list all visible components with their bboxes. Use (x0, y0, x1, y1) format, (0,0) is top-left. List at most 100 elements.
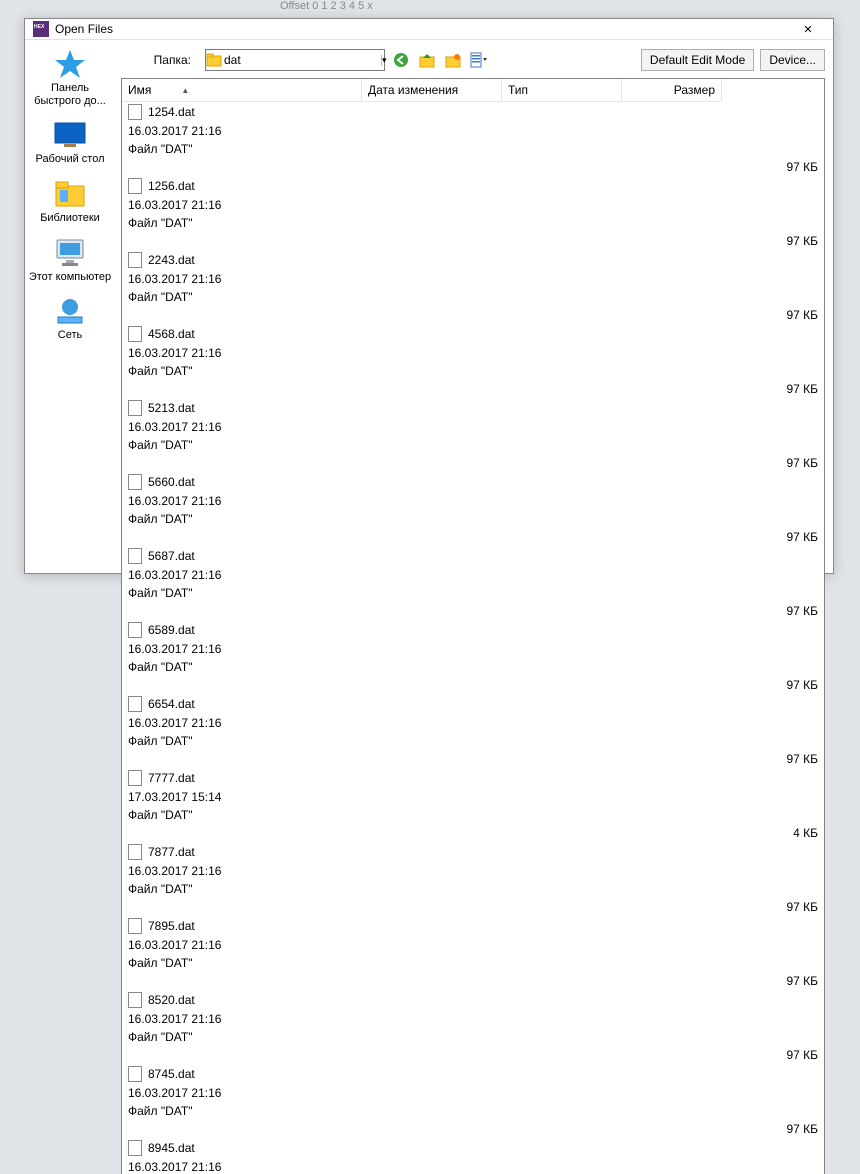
cell-name: 4568.dat (122, 324, 824, 344)
cell-name: 1254.dat (122, 102, 824, 122)
place-label: Сеть (28, 329, 112, 342)
cell-date: 16.03.2017 21:16 (122, 862, 824, 880)
file-icon (128, 696, 142, 712)
cell-name: 7777.dat (122, 768, 824, 788)
new-folder-button[interactable] (443, 50, 463, 70)
col-size[interactable]: Размер (622, 79, 722, 102)
file-icon (128, 844, 142, 860)
chevron-down-icon[interactable]: ▾ (381, 55, 387, 66)
cell-date: 16.03.2017 21:16 (122, 566, 824, 584)
cell-name: 7877.dat (122, 842, 824, 862)
views-button[interactable] (469, 50, 489, 70)
file-list: Имя▲ Дата изменения Тип Размер 1254.dat 1… (121, 78, 825, 1174)
col-type[interactable]: Тип (502, 79, 622, 102)
file-icon (128, 622, 142, 638)
cell-size: 97 КБ (122, 676, 824, 694)
cell-date: 17.03.2017 15:14 (122, 788, 824, 806)
cell-type: Файл "DAT" (122, 436, 824, 454)
cell-type: Файл "DAT" (122, 140, 824, 158)
cell-name: 8945.dat (122, 1138, 824, 1158)
cell-name: 8520.dat (122, 990, 824, 1010)
column-headers: Имя▲ Дата изменения Тип Размер (122, 79, 824, 102)
cell-size: 97 КБ (122, 1046, 824, 1064)
cell-size: 97 КБ (122, 528, 824, 546)
folder-input[interactable] (222, 53, 381, 67)
place-network[interactable]: Сеть (28, 295, 112, 342)
cell-type: Файл "DAT" (122, 954, 824, 972)
background-hex-strip: Offset 0 1 2 3 4 5 x (280, 0, 373, 18)
place-this-pc[interactable]: Этот компьютер (28, 237, 112, 284)
desktop-icon (54, 119, 86, 151)
place-quick-access[interactable]: Панель быстрого до... (28, 48, 112, 107)
file-icon (128, 252, 142, 268)
place-label: Рабочий стол (28, 153, 112, 166)
back-button[interactable] (391, 50, 411, 70)
cell-date: 16.03.2017 21:16 (122, 640, 824, 658)
file-icon (128, 918, 142, 934)
file-icon (128, 992, 142, 1008)
svg-text:HEX: HEX (34, 24, 45, 30)
cell-type: Файл "DAT" (122, 362, 824, 380)
cell-date: 16.03.2017 21:16 (122, 418, 824, 436)
cell-type: Файл "DAT" (122, 288, 824, 306)
folder-icon (206, 53, 222, 67)
place-libraries[interactable]: Библиотеки (28, 178, 112, 225)
cell-name: 1256.dat (122, 176, 824, 196)
cell-name: 5213.dat (122, 398, 824, 418)
cell-date: 16.03.2017 21:16 (122, 936, 824, 954)
cell-type: Файл "DAT" (122, 1102, 824, 1120)
cell-date: 16.03.2017 21:16 (122, 1010, 824, 1028)
place-label: Библиотеки (28, 212, 112, 225)
cell-type: Файл "DAT" (122, 658, 824, 676)
device-button[interactable]: Device... (760, 49, 825, 71)
cell-type: Файл "DAT" (122, 214, 824, 232)
cell-size: 97 КБ (122, 158, 824, 176)
file-icon (128, 1066, 142, 1082)
network-icon (54, 295, 86, 327)
cell-name: 6654.dat (122, 694, 824, 714)
cell-size: 97 КБ (122, 750, 824, 768)
col-name[interactable]: Имя▲ (122, 79, 362, 102)
cell-size: 4 КБ (122, 824, 824, 842)
up-button[interactable] (417, 50, 437, 70)
cell-size: 97 КБ (122, 232, 824, 250)
cell-type: Файл "DAT" (122, 806, 824, 824)
default-edit-mode-button[interactable]: Default Edit Mode (641, 49, 754, 71)
cell-name: 5660.dat (122, 472, 824, 492)
open-file-dialog: HEX Open Files ✕ Панель быстрого до... Р… (24, 18, 834, 574)
file-icon (128, 474, 142, 490)
libraries-icon (54, 178, 86, 210)
cell-type: Файл "DAT" (122, 510, 824, 528)
computer-icon (54, 237, 86, 269)
file-icon (128, 400, 142, 416)
cell-date: 16.03.2017 21:16 (122, 492, 824, 510)
file-icon (128, 104, 142, 120)
cell-name: 6589.dat (122, 620, 824, 640)
cell-size: 97 КБ (122, 306, 824, 324)
cell-date: 16.03.2017 21:16 (122, 196, 824, 214)
cell-name: 5687.dat (122, 546, 824, 566)
cell-size: 97 КБ (122, 1120, 824, 1138)
folder-combo[interactable]: ▾ (205, 49, 385, 71)
cell-size: 97 КБ (122, 602, 824, 620)
file-icon (128, 770, 142, 786)
dialog-title: Open Files (55, 22, 787, 36)
cell-name: 8745.dat (122, 1064, 824, 1084)
place-desktop[interactable]: Рабочий стол (28, 119, 112, 166)
col-date[interactable]: Дата изменения (362, 79, 502, 102)
cell-size: 97 КБ (122, 454, 824, 472)
titlebar: HEX Open Files ✕ (25, 19, 833, 40)
cell-date: 16.03.2017 21:16 (122, 270, 824, 288)
cell-size: 97 КБ (122, 380, 824, 398)
file-icon (128, 178, 142, 194)
cell-type: Файл "DAT" (122, 880, 824, 898)
cell-date: 16.03.2017 21:16 (122, 1158, 824, 1174)
cell-type: Файл "DAT" (122, 1028, 824, 1046)
close-button[interactable]: ✕ (787, 19, 829, 39)
file-icon (128, 326, 142, 342)
place-label: Этот компьютер (28, 271, 112, 284)
place-label: Панель быстрого до... (28, 82, 112, 107)
file-icon (128, 1140, 142, 1156)
cell-date: 16.03.2017 21:16 (122, 344, 824, 362)
file-icon (128, 548, 142, 564)
